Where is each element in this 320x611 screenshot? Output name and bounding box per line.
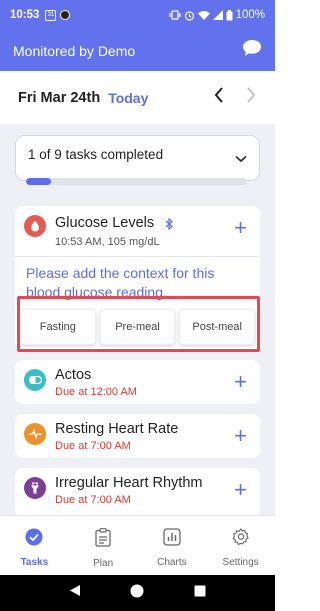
tab-charts[interactable]: Charts [138, 516, 207, 575]
add-irregular-heart-rhythm-button[interactable]: + [234, 479, 247, 501]
task-title: Irregular Heart Rhythm [55, 475, 203, 491]
system-navigation-bar [0, 575, 275, 611]
heart-rhythm-icon [24, 477, 46, 499]
tab-label: Charts [157, 557, 187, 568]
task-due: Due at 12:00 AM [55, 386, 137, 398]
task-due: Due at 7:00 AM [55, 494, 131, 506]
chart-icon [163, 528, 181, 551]
status-bar: 10:53 31 100% [0, 0, 275, 30]
notification-dot-icon [60, 10, 71, 20]
chevron-left-icon[interactable] [213, 86, 225, 109]
chevron-right-icon[interactable] [245, 86, 257, 109]
progress-bar [26, 178, 247, 185]
blood-drop-icon [24, 215, 46, 237]
tab-settings[interactable]: Settings [206, 516, 275, 575]
home-icon[interactable] [130, 584, 144, 603]
clipboard-icon [95, 528, 111, 552]
highlight-box [17, 296, 260, 352]
progress-card[interactable]: 1 of 9 tasks completed [15, 135, 260, 185]
app-title: Monitored by Demo [13, 42, 136, 59]
tab-bar: Tasks Plan Charts Settings [0, 515, 275, 575]
tab-label: Plan [93, 558, 114, 569]
progress-bar-fill [26, 178, 51, 185]
task-card-actos[interactable]: Actos Due at 12:00 AM + [15, 360, 260, 404]
back-icon[interactable] [69, 584, 81, 602]
gear-icon [232, 528, 250, 551]
task-card-irregular-heart-rhythm[interactable]: Irregular Heart Rhythm Due at 7:00 AM + [15, 468, 260, 515]
calendar-icon: 31 [45, 9, 57, 21]
task-card-resting-heart-rate[interactable]: Resting Heart Rate Due at 7:00 AM + [15, 414, 260, 458]
task-title: Resting Heart Rate [55, 421, 179, 437]
chat-bubble-icon[interactable] [242, 39, 262, 62]
battery-icon [226, 9, 233, 20]
wifi-icon [197, 11, 210, 20]
pill-icon [24, 369, 46, 391]
battery-level: 100% [235, 9, 265, 21]
status-time: 10:53 [10, 9, 40, 21]
task-due: Due at 7:00 AM [55, 440, 131, 452]
date-navigation [213, 86, 257, 109]
task-title: Actos [55, 367, 92, 383]
check-circle-icon [25, 528, 43, 551]
recents-icon[interactable] [194, 584, 206, 602]
tab-label: Settings [222, 557, 259, 568]
progress-text: 1 of 9 tasks completed [28, 147, 164, 162]
glucose-reading: 10:53 AM, 105 mg/dL [55, 236, 160, 248]
add-actos-button[interactable]: + [234, 371, 247, 393]
tab-label: Tasks [20, 557, 49, 568]
divider [15, 256, 260, 257]
signal-icon [212, 10, 223, 20]
tab-plan[interactable]: Plan [69, 516, 138, 575]
tab-tasks[interactable]: Tasks [0, 516, 69, 575]
status-indicators: 100% [168, 9, 265, 21]
today-button[interactable]: Today [108, 90, 148, 106]
heartbeat-icon [24, 423, 46, 445]
chevron-down-icon[interactable] [235, 150, 247, 168]
bluetooth-icon [165, 217, 173, 235]
alarm-icon [184, 10, 194, 21]
glucose-task-title: Glucose Levels [55, 215, 155, 231]
app-bar: Monitored by Demo [0, 30, 275, 71]
date-bar: Fri Mar 24th Today [0, 71, 275, 124]
add-glucose-button[interactable]: + [234, 217, 247, 239]
task-list: 1 of 9 tasks completed Glucose Levels + … [0, 124, 275, 515]
add-resting-heart-rate-button[interactable]: + [234, 425, 247, 447]
current-date: Fri Mar 24th [18, 89, 101, 106]
vibrate-icon [168, 10, 181, 20]
